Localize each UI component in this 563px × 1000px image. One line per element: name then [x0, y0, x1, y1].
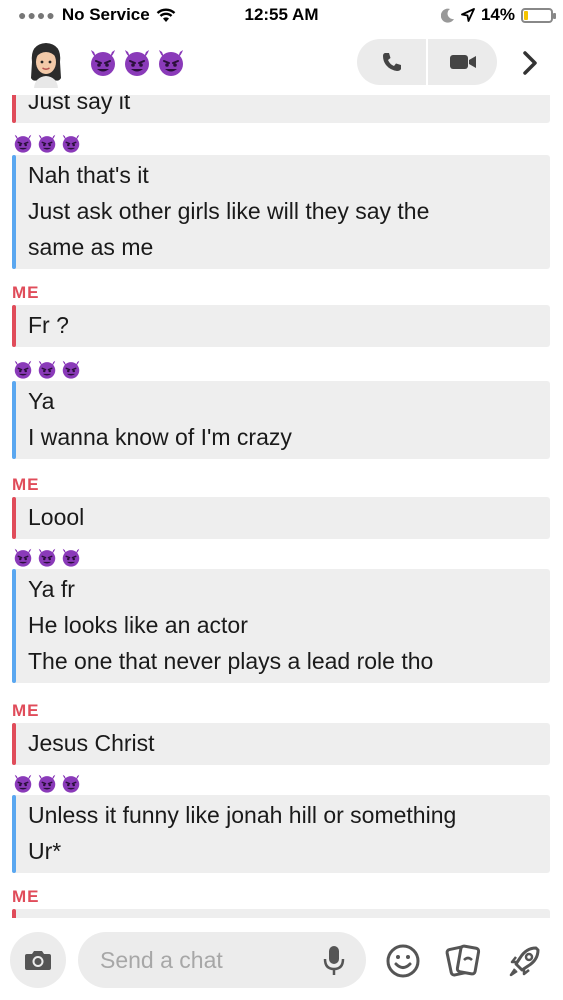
- devil-emoji-icon: [159, 50, 183, 76]
- message-bubble[interactable]: Just say it: [12, 95, 550, 123]
- location-arrow-icon: [461, 8, 475, 22]
- sender-label-contact: [12, 357, 550, 381]
- rocket-games-icon[interactable]: [506, 942, 544, 980]
- message-text: Just ask other girls like will they say …: [28, 198, 430, 224]
- message-text: Ya fr: [28, 576, 75, 602]
- devil-emoji-icon: [14, 134, 32, 153]
- message-text: I wanna know of I'm crazy: [28, 424, 292, 450]
- message-text: Ur*: [28, 838, 62, 864]
- status-bar: ●●●● No Service 12:55 AM 14%: [0, 0, 563, 30]
- emoji-smiley-icon[interactable]: [384, 942, 422, 980]
- message-text: Fr ?: [28, 312, 69, 338]
- message-group: ME Fr ?: [12, 283, 550, 347]
- message-group: ME: [12, 887, 550, 918]
- contact-name-emojis[interactable]: [87, 46, 187, 78]
- battery-level-fill: [524, 10, 528, 20]
- camera-icon: [25, 951, 51, 970]
- sender-label-me: ME: [12, 283, 40, 302]
- devil-emoji-icon: [38, 774, 56, 793]
- video-call-button[interactable]: [428, 39, 497, 85]
- sender-label-contact: [12, 545, 550, 569]
- devil-emoji-icon: [38, 360, 56, 379]
- sender-label-me: ME: [12, 701, 40, 720]
- devil-emoji-icon: [62, 360, 80, 379]
- message-bubble[interactable]: Ya fr He looks like an actor The one that …: [12, 569, 550, 683]
- battery-icon: [521, 7, 556, 23]
- message-text: Ya: [28, 388, 55, 414]
- devil-emoji-icon: [14, 774, 32, 793]
- devil-emoji-icon: [38, 548, 56, 567]
- devil-emoji-icon: [62, 774, 80, 793]
- devil-emoji-icon: [62, 548, 80, 567]
- message-text: Jesus Christ: [28, 730, 155, 756]
- sender-label-contact: [12, 131, 550, 155]
- sender-label-me: ME: [12, 887, 40, 906]
- camera-button[interactable]: [10, 932, 66, 988]
- message-group: Unless it funny like jonah hill or somet…: [12, 771, 550, 873]
- message-group: ME Loool: [12, 475, 550, 539]
- message-bubble[interactable]: Ya I wanna know of I'm crazy: [12, 381, 550, 459]
- sender-label-me: ME: [12, 475, 40, 494]
- voice-call-button[interactable]: [357, 39, 426, 85]
- status-right: 14%: [440, 5, 556, 25]
- bitmoji-avatar[interactable]: [26, 40, 66, 88]
- chevron-right-icon[interactable]: [515, 48, 545, 78]
- devil-emoji-icon: [38, 134, 56, 153]
- microphone-icon[interactable]: [320, 944, 348, 978]
- message-bubble[interactable]: Unless it funny like jonah hill or somet…: [12, 795, 550, 873]
- devil-emoji-icon: [62, 134, 80, 153]
- message-text: Loool: [28, 504, 85, 530]
- message-bubble[interactable]: Fr ?: [12, 305, 550, 347]
- phone-icon: [382, 53, 401, 71]
- message-group: Nah that's it Just ask other girls like w…: [12, 131, 550, 269]
- message-bubble[interactable]: Loool: [12, 497, 550, 539]
- video-camera-icon: [449, 55, 476, 69]
- sender-label-contact: [12, 771, 550, 795]
- message-group: Ya I wanna know of I'm crazy: [12, 357, 550, 459]
- chat-messages[interactable]: Just say it Nah that's it Just ask other g…: [0, 95, 563, 918]
- message-bubble[interactable]: [12, 909, 550, 918]
- message-text: same as me: [28, 234, 154, 260]
- battery-percent: 14%: [480, 5, 515, 24]
- chat-header: [0, 34, 563, 94]
- message-bubble[interactable]: Nah that's it Just ask other girls like w…: [12, 155, 550, 269]
- message-group: ME Jesus Christ: [12, 701, 550, 765]
- message-group: Ya fr He looks like an actor The one that …: [12, 545, 550, 683]
- stickers-cards-icon[interactable]: [444, 942, 482, 980]
- bottom-bar: [0, 922, 563, 1000]
- message-text: The one that never plays a lead role tho: [28, 648, 434, 674]
- devil-emoji-icon: [125, 50, 149, 76]
- devil-emoji-icon: [91, 50, 115, 76]
- message-text: He looks like an actor: [28, 612, 248, 638]
- message-text: Just say it: [28, 95, 131, 114]
- message-bubble[interactable]: Jesus Christ: [12, 723, 550, 765]
- call-controls: [357, 39, 497, 85]
- message-text: Unless it funny like jonah hill or somet…: [28, 802, 457, 828]
- message-text: Nah that's it: [28, 162, 149, 188]
- devil-emoji-icon: [14, 360, 32, 379]
- message-group: Just say it: [12, 95, 550, 123]
- devil-emoji-icon: [14, 548, 32, 567]
- moon-icon: [440, 8, 454, 23]
